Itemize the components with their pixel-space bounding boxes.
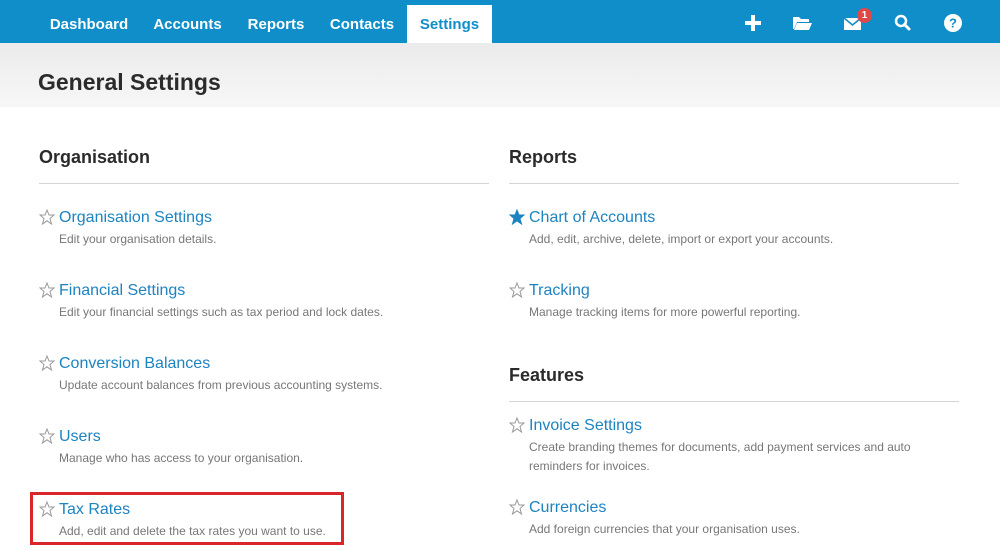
section-divider — [509, 183, 959, 184]
item-description: Add foreign currencies that your organis… — [529, 522, 800, 536]
item-description: Edit your organisation details. — [59, 232, 217, 246]
item-description: Manage tracking items for more powerful … — [529, 305, 801, 319]
link-chart-of-accounts[interactable]: Chart of Accounts — [529, 209, 655, 227]
page-title: General Settings — [38, 69, 221, 95]
link-financial-settings[interactable]: Financial Settings — [59, 282, 185, 300]
svg-text:?: ? — [949, 16, 957, 31]
link-tracking[interactable]: Tracking — [529, 282, 590, 300]
star-outline-icon[interactable] — [508, 416, 526, 434]
item-description: reminders for invoices. — [529, 459, 650, 473]
mail-count-badge: 1 — [857, 8, 872, 23]
star-filled-icon[interactable] — [508, 208, 526, 226]
star-outline-icon[interactable] — [38, 208, 56, 226]
highlight-box — [30, 492, 344, 545]
section-title-features: Features — [509, 365, 585, 385]
tab-dashboard[interactable]: Dashboard — [38, 0, 140, 43]
folder-open-icon[interactable] — [791, 12, 813, 34]
item-description: Add, edit, archive, delete, import or ex… — [529, 232, 834, 246]
item-description: Edit your financial settings such as tax… — [59, 305, 384, 319]
star-outline-icon[interactable] — [38, 354, 56, 372]
tab-accounts[interactable]: Accounts — [140, 0, 235, 43]
item-description: Manage who has access to your organisati… — [59, 451, 304, 465]
item-description: Update account balances from previous ac… — [59, 378, 383, 392]
link-invoice-settings[interactable]: Invoice Settings — [529, 417, 642, 435]
link-conversion-balances[interactable]: Conversion Balances — [59, 355, 210, 373]
tab-contacts[interactable]: Contacts — [317, 0, 407, 43]
tab-reports[interactable]: Reports — [235, 0, 317, 43]
section-title-reports: Reports — [509, 147, 578, 167]
item-description: Create branding themes for documents, ad… — [529, 440, 911, 454]
tab-settings[interactable]: Settings — [407, 5, 492, 43]
plus-icon[interactable] — [742, 12, 764, 34]
search-icon[interactable] — [892, 12, 914, 34]
section-divider — [509, 401, 959, 402]
section-divider — [39, 183, 489, 184]
link-currencies[interactable]: Currencies — [529, 499, 606, 517]
star-outline-icon[interactable] — [508, 281, 526, 299]
star-outline-icon[interactable] — [508, 498, 526, 516]
star-outline-icon[interactable] — [38, 427, 56, 445]
section-title-organisation: Organisation — [39, 147, 151, 167]
link-organisation-settings[interactable]: Organisation Settings — [59, 209, 212, 227]
star-outline-icon[interactable] — [38, 281, 56, 299]
help-icon[interactable]: ? — [942, 12, 964, 34]
link-users[interactable]: Users — [59, 428, 101, 446]
